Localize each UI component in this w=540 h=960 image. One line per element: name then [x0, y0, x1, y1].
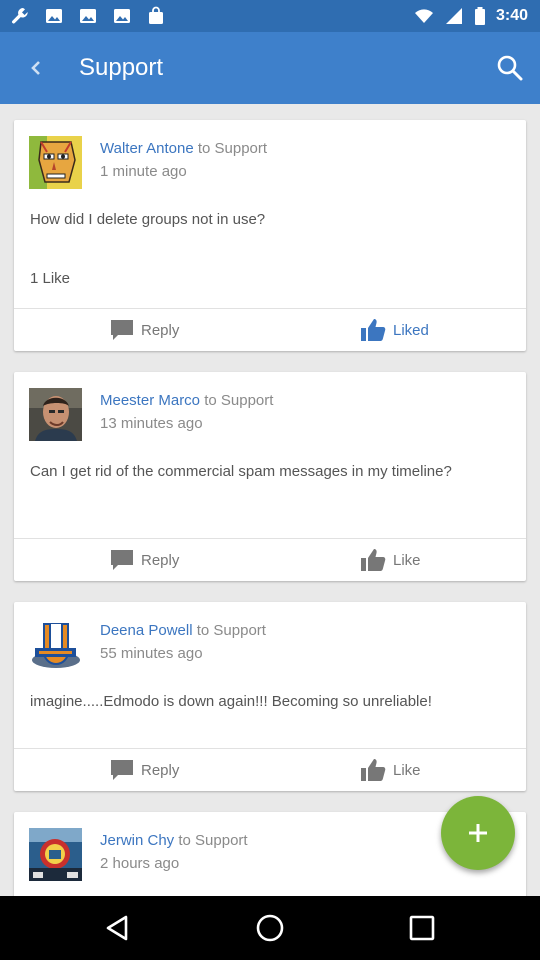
battery-icon — [474, 7, 485, 25]
post-feed[interactable]: Walter Antone to Support 1 minute ago Ho… — [0, 104, 540, 896]
app-bar: Support — [0, 32, 540, 104]
like-button[interactable]: Like — [360, 749, 421, 791]
author-link[interactable]: Deena Powell — [100, 622, 193, 639]
comment-icon — [111, 550, 133, 570]
reply-button[interactable]: Reply — [110, 539, 179, 581]
post-author-line: Deena Powell to Support — [100, 622, 266, 639]
post-target: to Support — [174, 832, 248, 849]
wifi-icon — [414, 9, 433, 23]
post-body: imagine.....Edmodo is down again!!! Beco… — [30, 693, 432, 710]
recents-square-icon[interactable] — [406, 912, 438, 944]
post-timestamp: 2 hours ago — [100, 855, 180, 872]
reply-button[interactable]: Reply — [110, 749, 179, 791]
reply-label: Reply — [141, 761, 180, 779]
home-circle-icon[interactable] — [254, 912, 286, 944]
like-button[interactable]: Liked — [360, 309, 429, 351]
post-author-line: Meester Marco to Support — [100, 392, 273, 409]
back-triangle-icon[interactable] — [102, 912, 134, 944]
thumbs-up-icon — [361, 549, 386, 571]
reply-label: Reply — [141, 551, 180, 569]
post-body: Can I get rid of the commercial spam mes… — [30, 463, 452, 480]
system-nav-bar — [0, 896, 540, 960]
post-target: to Support — [193, 140, 268, 157]
post-author-line: Jerwin Chy to Support — [100, 832, 248, 849]
back-arrow-icon[interactable] — [24, 56, 48, 80]
reply-button[interactable]: Reply — [110, 309, 179, 351]
post-timestamp: 1 minute ago — [100, 163, 187, 180]
signal-icon — [445, 8, 462, 24]
comment-icon — [111, 760, 133, 780]
thumbs-up-icon — [361, 319, 386, 341]
post-card[interactable]: Deena Powell to Support 55 minutes ago i… — [14, 602, 526, 791]
post-timestamp: 55 minutes ago — [100, 645, 203, 662]
like-label: Like — [393, 761, 421, 779]
author-link[interactable]: Meester Marco — [100, 392, 200, 409]
post-actions: Reply Like — [14, 748, 526, 790]
avatar[interactable] — [29, 618, 82, 671]
post-author-line: Walter Antone to Support — [100, 140, 267, 157]
post-timestamp: 13 minutes ago — [100, 415, 203, 432]
like-count[interactable]: 1 Like — [30, 270, 70, 287]
add-post-button[interactable] — [441, 796, 515, 870]
plus-icon — [469, 824, 487, 842]
bag-icon — [149, 6, 163, 24]
author-link[interactable]: Jerwin Chy — [100, 832, 174, 849]
like-label: Like — [393, 551, 421, 569]
post-card[interactable]: Walter Antone to Support 1 minute ago Ho… — [14, 120, 526, 351]
avatar[interactable] — [29, 136, 82, 189]
post-card[interactable]: Meester Marco to Support 13 minutes ago … — [14, 372, 526, 581]
image-icon — [114, 9, 130, 23]
image-icon — [80, 9, 96, 23]
comment-icon — [111, 320, 133, 340]
search-icon[interactable] — [494, 52, 526, 84]
avatar[interactable] — [29, 388, 82, 441]
avatar[interactable] — [29, 828, 82, 881]
reply-label: Reply — [141, 321, 180, 339]
thumbs-up-icon — [361, 759, 386, 781]
author-link[interactable]: Walter Antone — [100, 140, 194, 157]
post-target: to Support — [200, 392, 274, 409]
like-button[interactable]: Like — [360, 539, 421, 581]
status-time: 3:40 — [495, 7, 528, 24]
post-actions: Reply Like — [14, 538, 526, 580]
page-title: Support — [79, 54, 164, 81]
image-icon — [46, 9, 62, 23]
wrench-icon — [12, 8, 28, 24]
status-bar: 3:40 — [0, 0, 540, 32]
like-label: Liked — [393, 321, 429, 339]
post-target: to Support — [192, 622, 266, 639]
post-actions: Reply Liked — [14, 308, 526, 350]
post-body: How did I delete groups not in use? — [30, 211, 266, 228]
